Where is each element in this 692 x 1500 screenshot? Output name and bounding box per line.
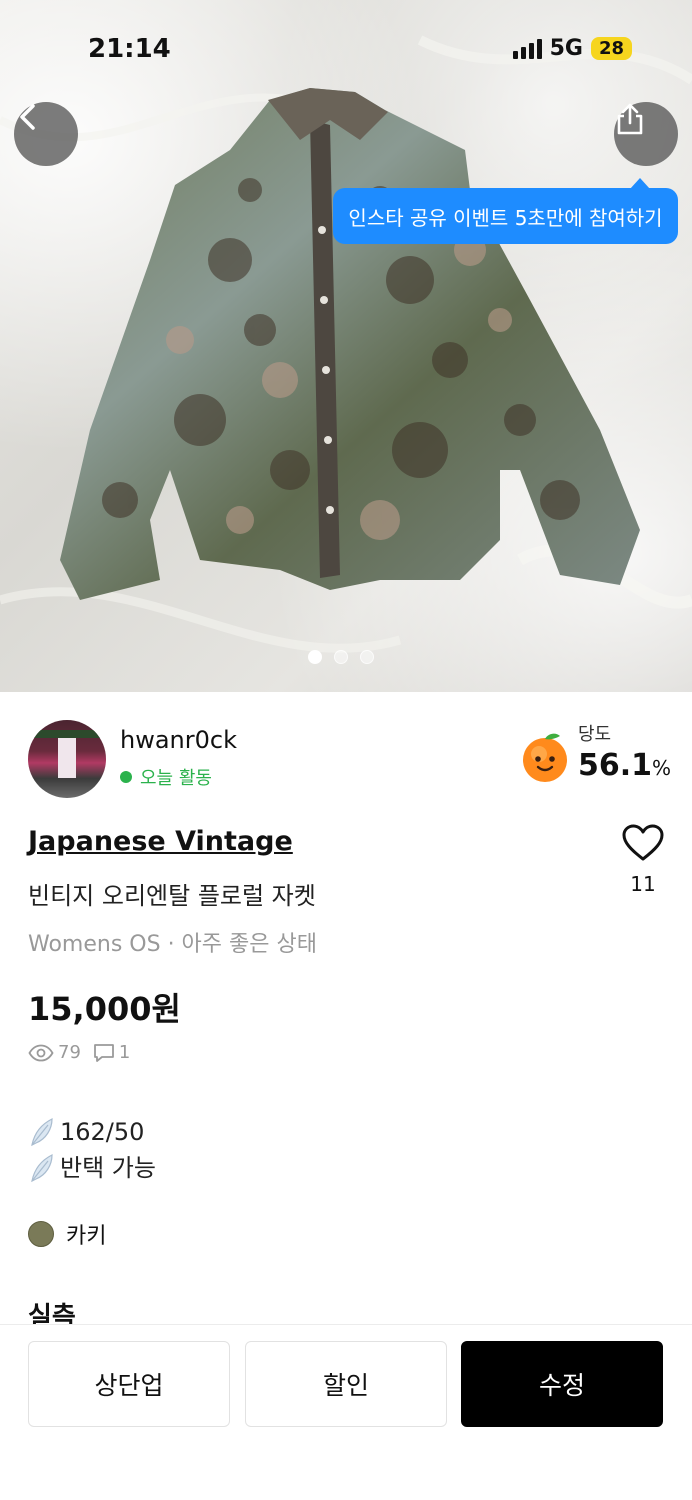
battery-level: 28 bbox=[590, 37, 632, 60]
status-indicators: 5G 28 bbox=[512, 36, 632, 61]
network-type: 5G bbox=[549, 36, 583, 61]
color-swatch bbox=[28, 1221, 54, 1247]
color-info: 카키 bbox=[28, 1218, 106, 1250]
peach-icon bbox=[523, 733, 567, 782]
share-button[interactable] bbox=[614, 102, 678, 166]
discount-button[interactable]: 할인 bbox=[245, 1341, 447, 1427]
carousel-dot bbox=[360, 650, 374, 664]
chat-stat: 1 bbox=[93, 1042, 130, 1063]
chat-count: 1 bbox=[118, 1042, 131, 1063]
product-stats: 79 1 bbox=[28, 1042, 138, 1063]
view-count: 79 bbox=[58, 1042, 81, 1063]
product-description: 162/50 반택 가능 bbox=[28, 1114, 156, 1186]
product-meta: Womens OS · 아주 좋은 상태 bbox=[28, 932, 317, 957]
online-dot-icon bbox=[120, 771, 132, 783]
chevron-left-icon bbox=[20, 104, 35, 130]
share-icon bbox=[617, 103, 643, 135]
like-button[interactable]: 11 bbox=[614, 824, 672, 896]
carousel-dot bbox=[308, 650, 322, 664]
edit-button[interactable]: 수정 bbox=[461, 1341, 663, 1427]
seller-activity-text: 오늘 활동 bbox=[140, 768, 212, 789]
sweetness-score[interactable]: 당도 56.1% bbox=[518, 718, 671, 798]
avatar[interactable] bbox=[28, 720, 106, 798]
carousel-indicator bbox=[308, 650, 374, 664]
product-photo bbox=[0, 35, 692, 653]
sweetness-number: 56.1 bbox=[578, 748, 653, 783]
signal-icon bbox=[512, 38, 542, 59]
price: 15,000원 bbox=[28, 990, 181, 1028]
feather-icon bbox=[31, 1154, 53, 1183]
bump-button[interactable]: 상단업 bbox=[28, 1341, 230, 1427]
status-time: 21:14 bbox=[88, 34, 171, 64]
like-count: 11 bbox=[630, 872, 656, 896]
carousel-dot bbox=[334, 650, 348, 664]
sweetness-value: 56.1% bbox=[578, 748, 671, 783]
bottom-action-bar: 상단업 할인 수정 bbox=[0, 1324, 692, 1500]
share-event-tooltip[interactable]: 인스타 공유 이벤트 5초만에 참여하기 bbox=[333, 178, 678, 244]
description-text: 162/50 bbox=[60, 1118, 145, 1146]
description-text: 반택 가능 bbox=[60, 1154, 156, 1182]
view-stat: 79 bbox=[28, 1042, 81, 1063]
seller-activity: 오늘 활동 bbox=[120, 764, 212, 790]
color-name: 카키 bbox=[66, 1224, 107, 1249]
chat-icon bbox=[94, 1043, 114, 1062]
status-bar: 21:14 5G 28 bbox=[0, 0, 692, 100]
back-button[interactable] bbox=[14, 102, 78, 166]
product-title: 빈티지 오리엔탈 플로럴 자켓 bbox=[28, 882, 316, 910]
seller-name[interactable]: hwanr0ck bbox=[120, 726, 237, 754]
feather-icon bbox=[31, 1118, 53, 1147]
brand-link[interactable]: Japanese Vintage bbox=[28, 826, 293, 857]
measurements-heading: 실측 bbox=[28, 1302, 76, 1326]
description-line: 162/50 bbox=[28, 1114, 156, 1150]
product-image-carousel[interactable]: 21:14 5G 28 인스타 공유 이벤트 5초만에 참여하기 bbox=[0, 0, 692, 692]
description-line: 반택 가능 bbox=[28, 1150, 156, 1186]
sweetness-unit: % bbox=[652, 756, 672, 780]
seller-row[interactable]: hwanr0ck 오늘 활동 당도 56.1% bbox=[28, 718, 671, 798]
sweetness-label: 당도 bbox=[578, 724, 612, 745]
heart-icon bbox=[622, 824, 664, 861]
eye-icon bbox=[28, 1044, 54, 1061]
